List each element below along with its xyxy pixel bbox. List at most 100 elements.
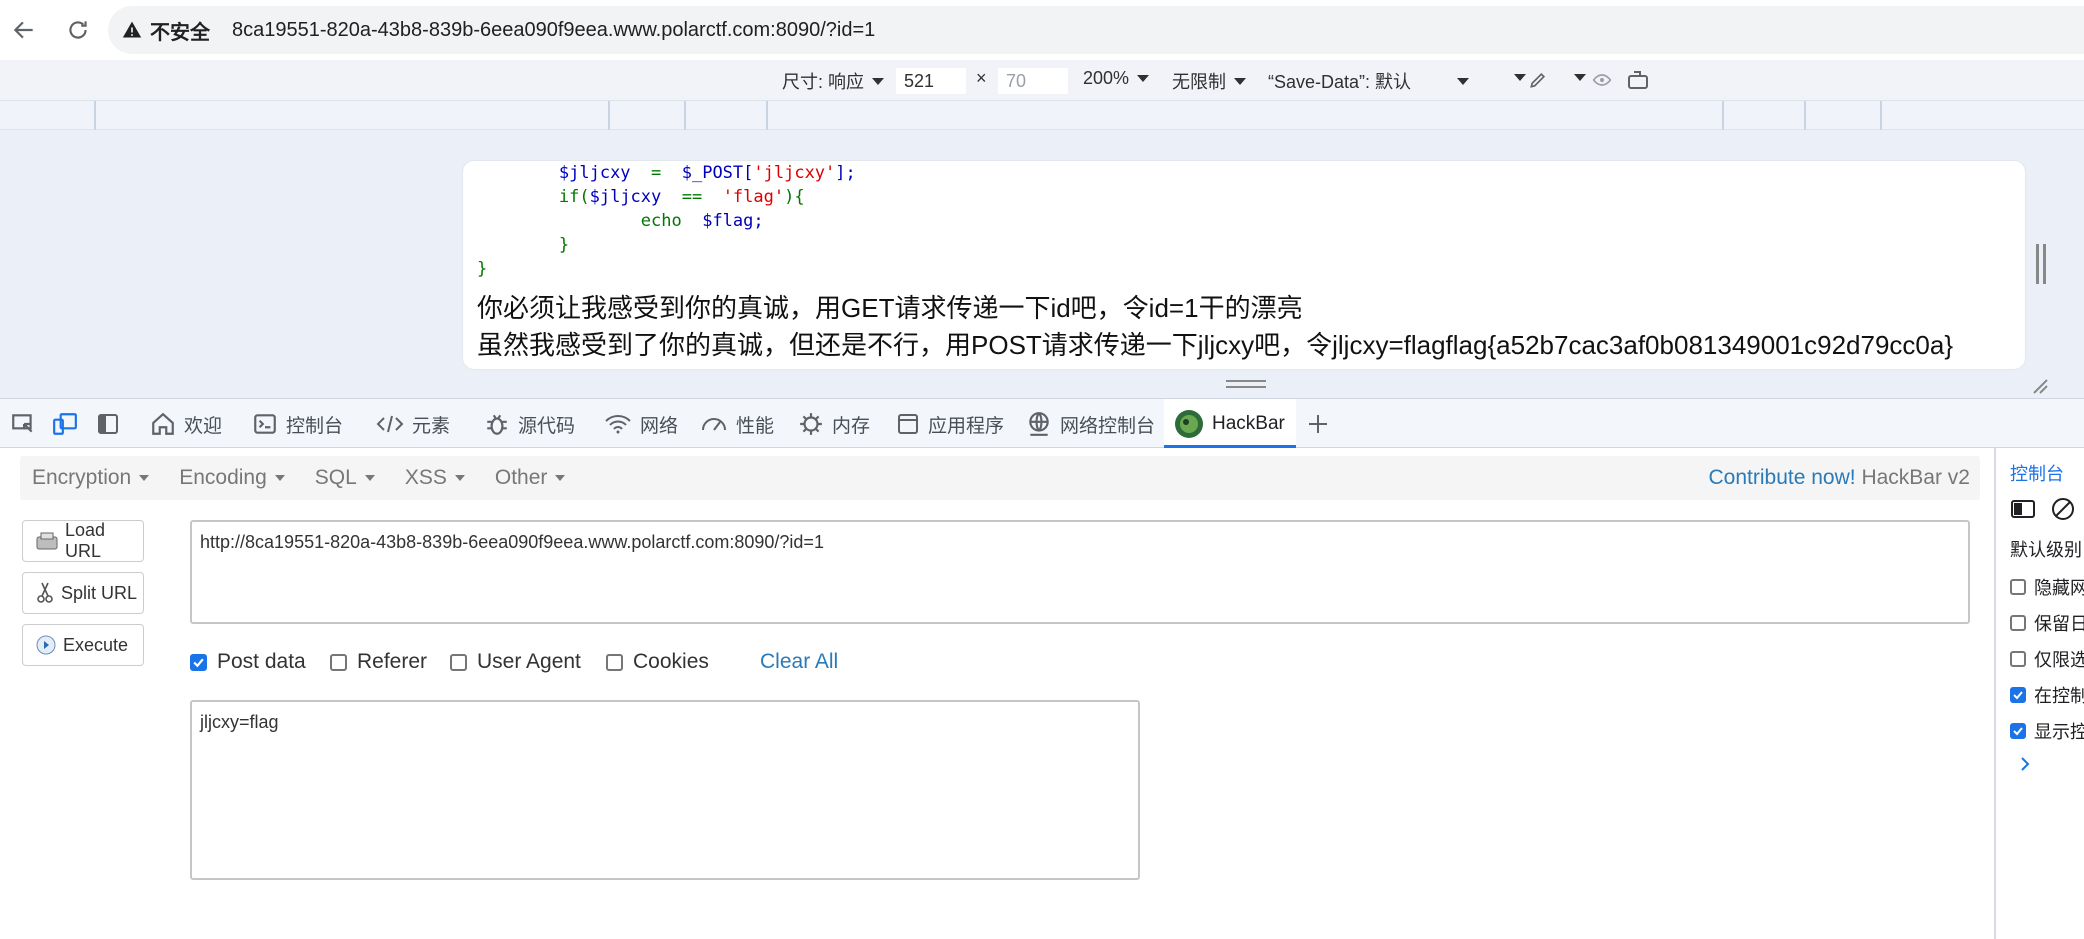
more-dropdown[interactable] xyxy=(1506,74,1526,81)
reload-icon xyxy=(69,21,87,39)
console-drawer-tab[interactable]: 控制台 xyxy=(2010,460,2064,486)
console-sidebar: 控制台 默认级别 隐藏网 保留日 仅限选 在控制 显示控 xyxy=(1994,448,2084,939)
console-option-row[interactable]: 隐藏网 xyxy=(2010,574,2084,600)
ruler-mark[interactable] xyxy=(94,101,96,131)
sensor-button[interactable] xyxy=(1528,70,1548,90)
referer-checkbox[interactable] xyxy=(330,653,347,671)
tab-label: 网络 xyxy=(640,415,679,437)
menu-encryption[interactable]: Encryption xyxy=(32,466,150,490)
ruler-mark[interactable] xyxy=(1804,101,1806,131)
hinge-dropdown[interactable] xyxy=(1566,74,1586,81)
tab-console[interactable]: 控制台 xyxy=(252,399,343,449)
tab-memory[interactable]: 内存 xyxy=(798,399,870,449)
zoom-dropdown[interactable]: 200% xyxy=(1083,68,1150,89)
user-agent-option[interactable]: User Agent xyxy=(450,650,581,674)
hackbar-header-right: Contribute now! HackBar v2 xyxy=(1709,466,1970,490)
chevron-down-icon xyxy=(364,475,375,481)
tab-application[interactable]: 应用程序 xyxy=(896,399,1004,449)
post-data-textarea[interactable]: jljcxy=flag xyxy=(190,700,1140,880)
ruler-mark[interactable] xyxy=(608,101,610,131)
console-option-row[interactable]: 保留日 xyxy=(2010,610,2084,636)
tab-network[interactable]: 网络 xyxy=(604,399,678,449)
console-option-checkbox[interactable] xyxy=(2010,651,2026,667)
tab-hackbar[interactable]: HackBar xyxy=(1164,399,1296,449)
height-input[interactable]: 70 xyxy=(998,68,1068,94)
url-text[interactable]: 8ca19551-820a-43b8-839b-6eea090f9eea.www… xyxy=(232,19,875,42)
load-icon xyxy=(35,531,59,551)
corner-resize-handle[interactable] xyxy=(2030,376,2048,399)
height-resize-handle[interactable] xyxy=(1226,380,1266,392)
post-data-checkbox[interactable] xyxy=(190,653,207,671)
inspect-button[interactable] xyxy=(10,399,36,449)
chevron-down-icon xyxy=(1514,74,1526,81)
menu-encoding[interactable]: Encoding xyxy=(179,466,285,490)
eye-icon xyxy=(1592,74,1612,86)
tab-label: 内存 xyxy=(832,415,871,437)
tab-label: 元素 xyxy=(412,415,451,437)
device-toggle-button[interactable] xyxy=(52,399,78,449)
ruler-mark[interactable] xyxy=(684,101,686,131)
tab-welcome[interactable]: 欢迎 xyxy=(150,399,222,449)
tab-network-console[interactable]: 网络控制台 xyxy=(1026,399,1155,449)
dock-button[interactable] xyxy=(96,399,120,449)
expand-sidebar-button[interactable] xyxy=(2018,754,2032,774)
ruler-mark[interactable] xyxy=(1880,101,1882,131)
check-icon xyxy=(2013,691,2023,700)
user-agent-checkbox[interactable] xyxy=(450,653,467,671)
add-tab-button[interactable] xyxy=(1306,399,1330,449)
save-data-dropdown[interactable]: “Save-Data”: 默认 xyxy=(1268,68,1470,94)
device-toolbar: 尺寸: 响应 521 × 70 200% 无限制 “Save-Data”: 默认 xyxy=(0,60,2084,100)
load-url-button[interactable]: Load URL xyxy=(22,520,144,562)
button-label: Load URL xyxy=(65,520,106,561)
ruler-mark[interactable] xyxy=(766,101,768,131)
console-option-row[interactable]: 显示控 xyxy=(2010,718,2084,744)
console-option-row[interactable]: 在控制 xyxy=(2010,682,2084,708)
chevron-down-icon xyxy=(454,475,465,481)
tab-performance[interactable]: 性能 xyxy=(700,399,774,449)
back-button[interactable] xyxy=(6,12,42,48)
address-bar[interactable]: 不安全 8ca19551-820a-43b8-839b-6eea090f9eea… xyxy=(108,6,2084,54)
post-data-option[interactable]: Post data xyxy=(190,650,306,674)
url-textarea[interactable]: http://8ca19551-820a-43b8-839b-6eea090f9… xyxy=(190,520,1970,624)
console-option-row[interactable]: 仅限选 xyxy=(2010,646,2084,672)
throttle-dropdown[interactable]: 无限制 xyxy=(1172,68,1246,94)
cookies-checkbox[interactable] xyxy=(606,653,623,671)
code-token: ){ xyxy=(784,187,805,207)
sidebar-toggle-icon[interactable] xyxy=(2010,498,2036,520)
console-option-checkbox[interactable] xyxy=(2010,615,2026,631)
reload-button[interactable] xyxy=(60,12,96,48)
emulated-viewport[interactable]: $jljcxy = $_POST['jljcxy']; if($jljcxy =… xyxy=(462,160,2026,370)
cookies-option[interactable]: Cookies xyxy=(606,650,709,674)
width-input[interactable]: 521 xyxy=(896,68,966,94)
console-option-checkbox[interactable] xyxy=(2010,579,2026,595)
viewport-scrollbar[interactable] xyxy=(2036,244,2046,284)
clear-console-icon[interactable] xyxy=(2050,496,2076,522)
wifi-icon xyxy=(604,412,632,436)
tab-elements[interactable]: 元素 xyxy=(376,399,450,449)
split-url-button[interactable]: Split URL xyxy=(22,572,144,614)
security-label[interactable]: 不安全 xyxy=(150,16,210,45)
referer-option[interactable]: Referer xyxy=(330,650,427,674)
contribute-link[interactable]: Contribute now! xyxy=(1709,466,1856,489)
play-icon xyxy=(35,634,57,656)
log-level-dropdown[interactable]: 默认级别 xyxy=(2010,536,2082,562)
dimensions-dropdown[interactable]: 尺寸: 响应 xyxy=(782,68,885,94)
console-option-checkbox[interactable] xyxy=(2010,687,2026,703)
menu-sql[interactable]: SQL xyxy=(315,466,375,490)
vision-button[interactable] xyxy=(1592,70,1612,90)
tab-sources[interactable]: 源代码 xyxy=(484,399,575,449)
menu-other[interactable]: Other xyxy=(495,466,566,490)
execute-button[interactable]: Execute xyxy=(22,624,144,666)
menu-label: SQL xyxy=(314,466,357,489)
menu-xss[interactable]: XSS xyxy=(405,466,465,490)
ruler-mark[interactable] xyxy=(1722,101,1724,131)
menu-label: Other xyxy=(494,466,548,489)
console-option-checkbox[interactable] xyxy=(2010,723,2026,739)
option-label: User Agent xyxy=(477,650,581,673)
rotate-button[interactable] xyxy=(1626,68,1650,92)
clear-all-link[interactable]: Clear All xyxy=(760,650,838,674)
devtools-tab-bar: 欢迎 控制台 元素 源代码 网络 性能 内存 应用程序 网络控制台 HackBa… xyxy=(0,398,2084,449)
console-icon xyxy=(252,411,278,437)
